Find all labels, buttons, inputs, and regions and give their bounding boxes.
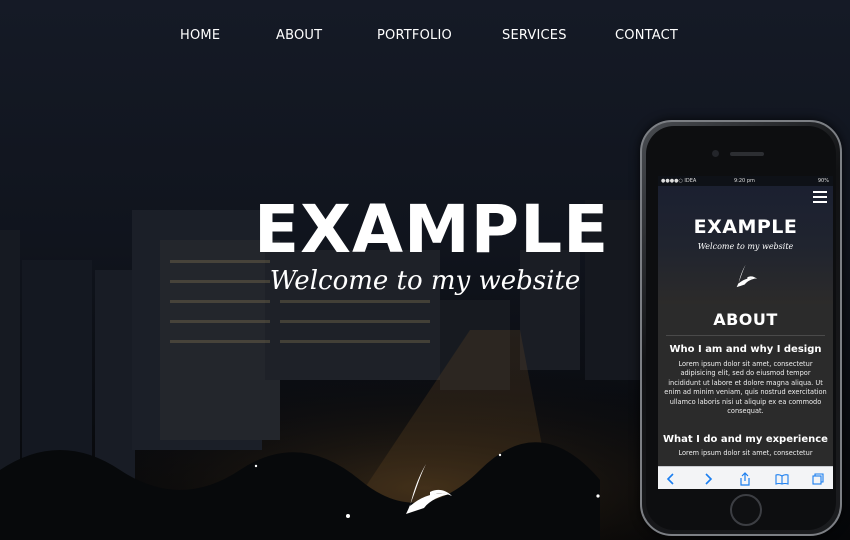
phone-about-section: ABOUT Who I am and why I design Lorem ip…	[658, 304, 833, 489]
about-divider	[666, 335, 825, 336]
tabs-icon[interactable]	[811, 471, 825, 485]
swift-bird-logo-icon	[736, 264, 758, 288]
about-section2-title: What I do and my experience	[663, 434, 828, 445]
phone-body: ●●●●○ IDEA 9:20 pm 90% EXAMPLE Welcome t…	[646, 126, 836, 530]
phone-hero: EXAMPLE Welcome to my website	[658, 186, 833, 304]
hero-title: EXAMPLE	[254, 191, 610, 268]
forward-icon[interactable]	[701, 471, 715, 485]
about-heading: ABOUT	[713, 310, 778, 329]
hamburger-menu-icon[interactable]	[813, 191, 827, 203]
main-navigation: HOME ABOUT PORTFOLIO SERVICES CONTACT	[0, 28, 850, 48]
back-icon[interactable]	[664, 471, 678, 485]
phone-subtitle: Welcome to my website	[697, 242, 794, 251]
about-section1-title: Who I am and why I design	[669, 344, 822, 355]
phone-mockup: ●●●●○ IDEA 9:20 pm 90% EXAMPLE Welcome t…	[640, 120, 842, 536]
browser-toolbar	[658, 466, 833, 489]
nav-contact[interactable]: CONTACT	[615, 28, 678, 43]
status-bar: ●●●●○ IDEA 9:20 pm 90%	[658, 176, 833, 186]
about-section1-text: Lorem ipsum dolor sit amet, consectetur …	[664, 360, 827, 416]
phone-title: EXAMPLE	[693, 216, 798, 238]
bookmarks-icon[interactable]	[775, 471, 789, 485]
hero-section: HOME ABOUT PORTFOLIO SERVICES CONTACT EX…	[0, 0, 850, 540]
phone-speaker	[730, 152, 764, 156]
nav-about[interactable]: ABOUT	[276, 28, 322, 43]
phone-screen: ●●●●○ IDEA 9:20 pm 90% EXAMPLE Welcome t…	[658, 176, 833, 489]
about-section2-text: Lorem ipsum dolor sit amet, consectetur	[678, 449, 813, 457]
nav-home[interactable]: HOME	[180, 28, 220, 43]
phone-home-button[interactable]	[730, 494, 762, 526]
status-carrier: ●●●●○ IDEA	[661, 178, 697, 184]
phone-camera	[712, 150, 719, 157]
status-time: 9:20 pm	[734, 178, 755, 184]
swift-bird-logo-icon	[406, 464, 452, 514]
nav-portfolio[interactable]: PORTFOLIO	[377, 28, 452, 43]
status-battery: 90%	[817, 178, 829, 184]
hero-subtitle: Welcome to my website	[269, 266, 581, 296]
share-icon[interactable]	[738, 471, 752, 486]
nav-services[interactable]: SERVICES	[502, 28, 567, 43]
